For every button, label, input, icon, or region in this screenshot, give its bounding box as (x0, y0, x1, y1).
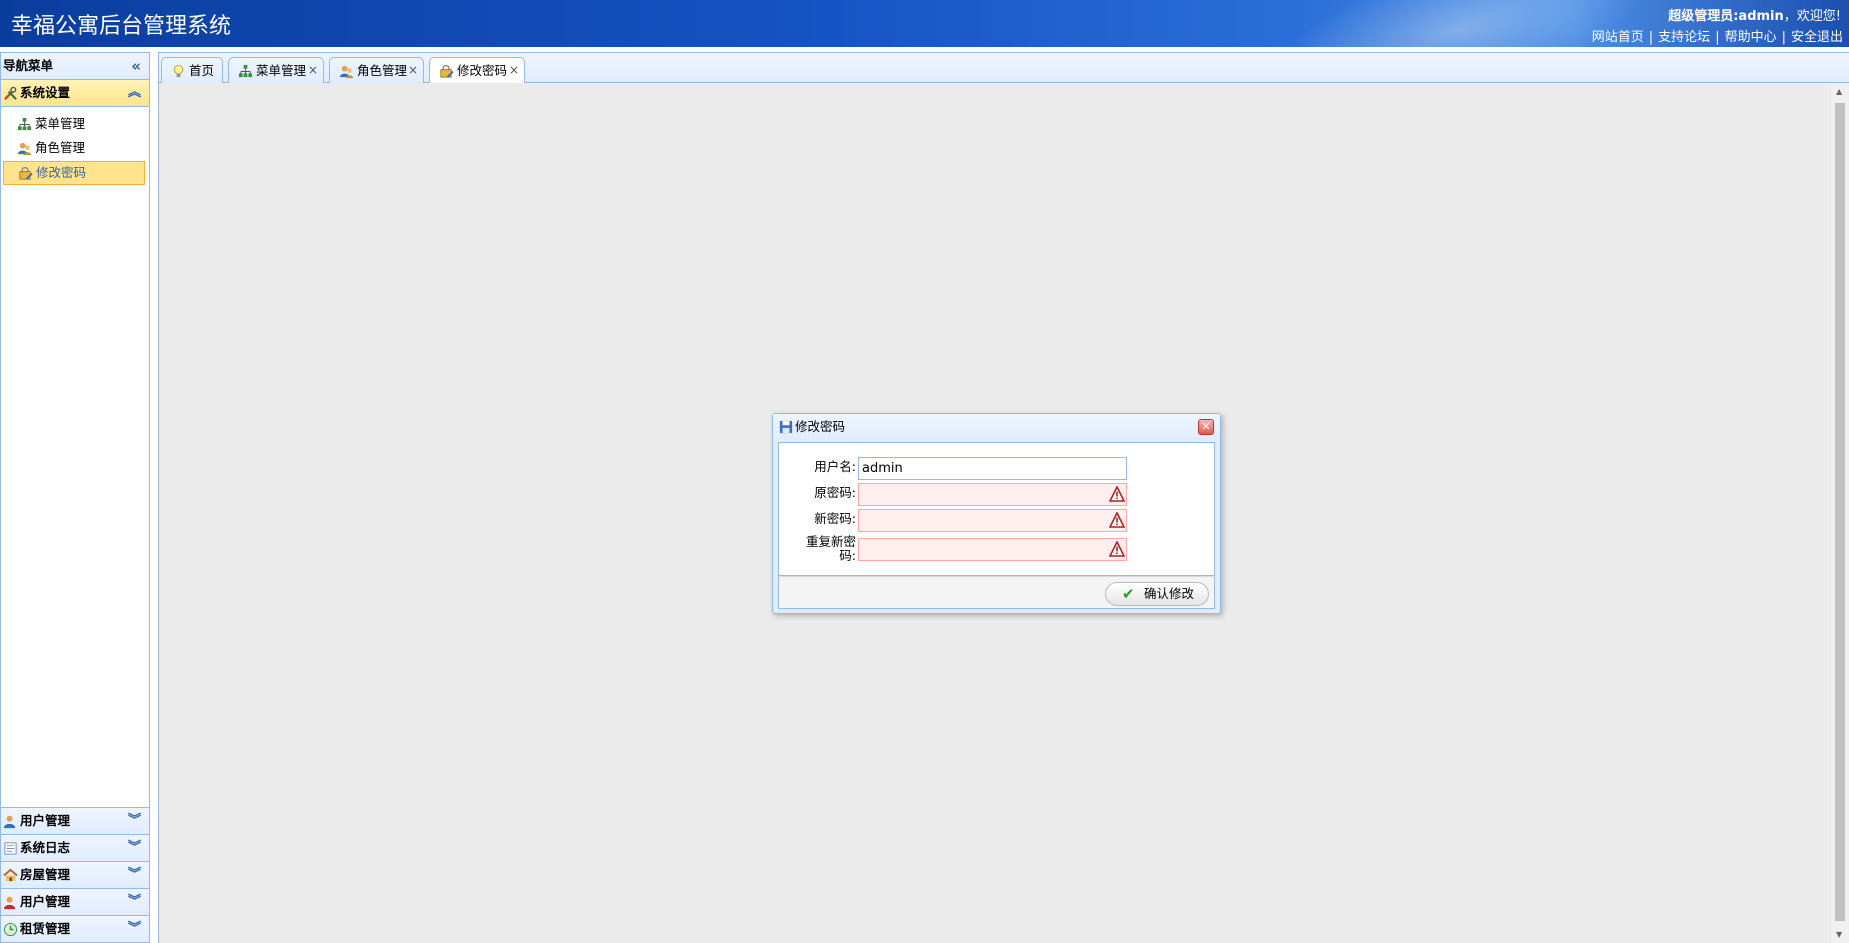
vertical-scrollbar[interactable]: ▲ ▼ (1831, 83, 1849, 943)
close-icon[interactable]: × (308, 58, 318, 83)
username-label: 用户名: (814, 459, 856, 474)
user-icon (3, 896, 16, 910)
accordion-label: 系统日志 (20, 840, 71, 855)
sitemap-icon (17, 117, 32, 131)
accordion-label: 租赁管理 (20, 921, 71, 936)
accordion-label: 房屋管理 (20, 867, 71, 882)
app-title: 幸福公寓后台管理系统 (11, 14, 232, 39)
sidebar-item-label: 角色管理 (35, 140, 86, 155)
sidebar: 导航菜单 « 系统设置 ︽ 菜单管理 角色管理 修改密码 用户管理 ︾ 系统日志… (0, 52, 150, 943)
sitemap-icon (238, 64, 253, 78)
accordion-system-log[interactable]: 系统日志 ︾ (1, 834, 149, 861)
warning-icon (1109, 541, 1125, 557)
old-password-input[interactable] (858, 483, 1127, 506)
scroll-thumb[interactable] (1835, 103, 1845, 921)
chevron-down-icon[interactable]: ︾ (128, 916, 141, 942)
dialog-header: 修改密码 ✕ (773, 414, 1220, 441)
dialog-close-button[interactable]: ✕ (1198, 419, 1214, 435)
tab-menu-manage[interactable]: 菜单管理 × (228, 57, 324, 84)
accordion-system-settings[interactable]: 系统设置 ︽ (1, 80, 149, 107)
row-old-password: 原密码: (779, 482, 1216, 506)
nav-menu-header: 导航菜单 « (1, 53, 149, 80)
repeat-password-label: 重复新密 码: (789, 535, 856, 563)
chevron-down-icon[interactable]: ︾ (128, 862, 141, 888)
tab-label: 菜单管理 (256, 63, 307, 78)
bottom-accordions: 用户管理 ︾ 系统日志 ︾ 房屋管理 ︾ 用户管理 ︾ 租赁管理 ︾ (1, 807, 149, 942)
lock-edit-icon (440, 64, 454, 78)
save-icon (779, 420, 793, 434)
check-icon: ✔ (1122, 585, 1135, 603)
accordion-label: 系统设置 (20, 85, 71, 100)
divider: | (1715, 30, 1720, 45)
username-input[interactable] (858, 457, 1127, 480)
accordion-user-manage[interactable]: 用户管理 ︾ (1, 807, 149, 834)
welcome-user: 超级管理员:admin (1668, 9, 1784, 24)
tab-role-manage[interactable]: 角色管理 × (329, 57, 424, 84)
warning-icon (1109, 512, 1125, 528)
close-icon[interactable]: × (408, 58, 418, 83)
nav-menu-title: 导航菜单 (3, 58, 54, 73)
sidebar-item-label: 修改密码 (36, 165, 87, 180)
users-icon (17, 142, 32, 156)
tab-label: 角色管理 (357, 63, 408, 78)
clock-icon (3, 922, 18, 937)
accordion-lease-manage[interactable]: 租赁管理 ︾ (1, 915, 149, 942)
link-help[interactable]: 帮助中心 (1725, 30, 1777, 45)
tabs-bar: 首页 菜单管理 × 角色管理 × 修改密码 × (158, 52, 1849, 85)
link-forum[interactable]: 支持论坛 (1658, 30, 1710, 45)
old-password-label: 原密码: (814, 485, 856, 500)
scroll-up-icon[interactable]: ▲ (1836, 87, 1842, 96)
welcome-text: 超级管理员:admin，欢迎您! (1668, 5, 1841, 24)
accordion-label: 用户管理 (20, 894, 71, 909)
divider: | (1648, 30, 1654, 45)
tab-change-password[interactable]: 修改密码 × (429, 57, 525, 85)
chevron-down-icon[interactable]: ︾ (128, 835, 141, 861)
repeat-password-input[interactable] (858, 538, 1127, 561)
scroll-down-icon[interactable]: ▼ (1836, 930, 1842, 939)
tab-home[interactable]: 首页 (161, 57, 223, 84)
new-password-input[interactable] (858, 509, 1127, 532)
sidebar-item-menu-manage[interactable]: 菜单管理 (17, 113, 145, 137)
row-repeat-password: 重复新密 码: (779, 535, 1216, 563)
tools-icon (4, 86, 17, 100)
chevron-up-icon[interactable]: ︽ (128, 80, 141, 106)
sidebar-item-change-password[interactable]: 修改密码 (3, 161, 145, 185)
confirm-change-button[interactable]: ✔ 确认修改 (1105, 582, 1209, 606)
link-logout[interactable]: 安全退出 (1791, 30, 1843, 45)
dialog-footer: ✔ 确认修改 (778, 576, 1215, 609)
app-header: 幸福公寓后台管理系统 超级管理员:admin，欢迎您! 网站首页 | 支持论坛 | 帮助… (0, 0, 1849, 47)
row-username: 用户名: (779, 456, 1216, 480)
lightbulb-icon (173, 64, 184, 78)
row-new-password: 新密码: (779, 508, 1216, 532)
close-icon[interactable]: × (509, 58, 519, 83)
header-links: 网站首页 | 支持论坛 | 帮助中心 | 安全退出 (1592, 26, 1843, 45)
welcome-suffix: ，欢迎您! (1783, 9, 1841, 24)
tab-label: 修改密码 (457, 63, 508, 78)
house-icon (3, 868, 18, 882)
accordion-user-manage-2[interactable]: 用户管理 ︾ (1, 888, 149, 915)
sidebar-item-label: 菜单管理 (35, 116, 86, 131)
sidebar-item-role-manage[interactable]: 角色管理 (17, 137, 145, 161)
accordion-house-manage[interactable]: 房屋管理 ︾ (1, 861, 149, 888)
chevron-down-icon[interactable]: ︾ (128, 889, 141, 915)
repeat-password-label-line2: 码: (839, 548, 856, 563)
divider: | (1781, 30, 1786, 45)
log-icon (4, 842, 17, 855)
menu-list: 菜单管理 角色管理 修改密码 (1, 107, 149, 185)
user-icon (3, 815, 16, 829)
chevron-down-icon[interactable]: ︾ (128, 808, 141, 834)
collapse-left-icon[interactable]: « (131, 53, 141, 79)
accordion-label: 用户管理 (20, 813, 71, 828)
change-password-dialog: 修改密码 ✕ 用户名: 原密码: 新密码: 重复新密码: ✔ 确认修改 (772, 413, 1221, 614)
dialog-title: 修改密码 (795, 419, 846, 434)
users-icon (339, 65, 354, 79)
lock-edit-icon (19, 166, 33, 180)
new-password-label: 新密码: (814, 511, 856, 526)
warning-icon (1109, 486, 1125, 502)
repeat-password-label-line1: 重复新密 (805, 534, 856, 549)
dialog-body: 用户名: 原密码: 新密码: 重复新密码: (778, 442, 1215, 576)
tab-label: 首页 (189, 63, 215, 78)
link-home[interactable]: 网站首页 (1592, 30, 1644, 45)
confirm-change-label: 确认修改 (1144, 586, 1195, 601)
